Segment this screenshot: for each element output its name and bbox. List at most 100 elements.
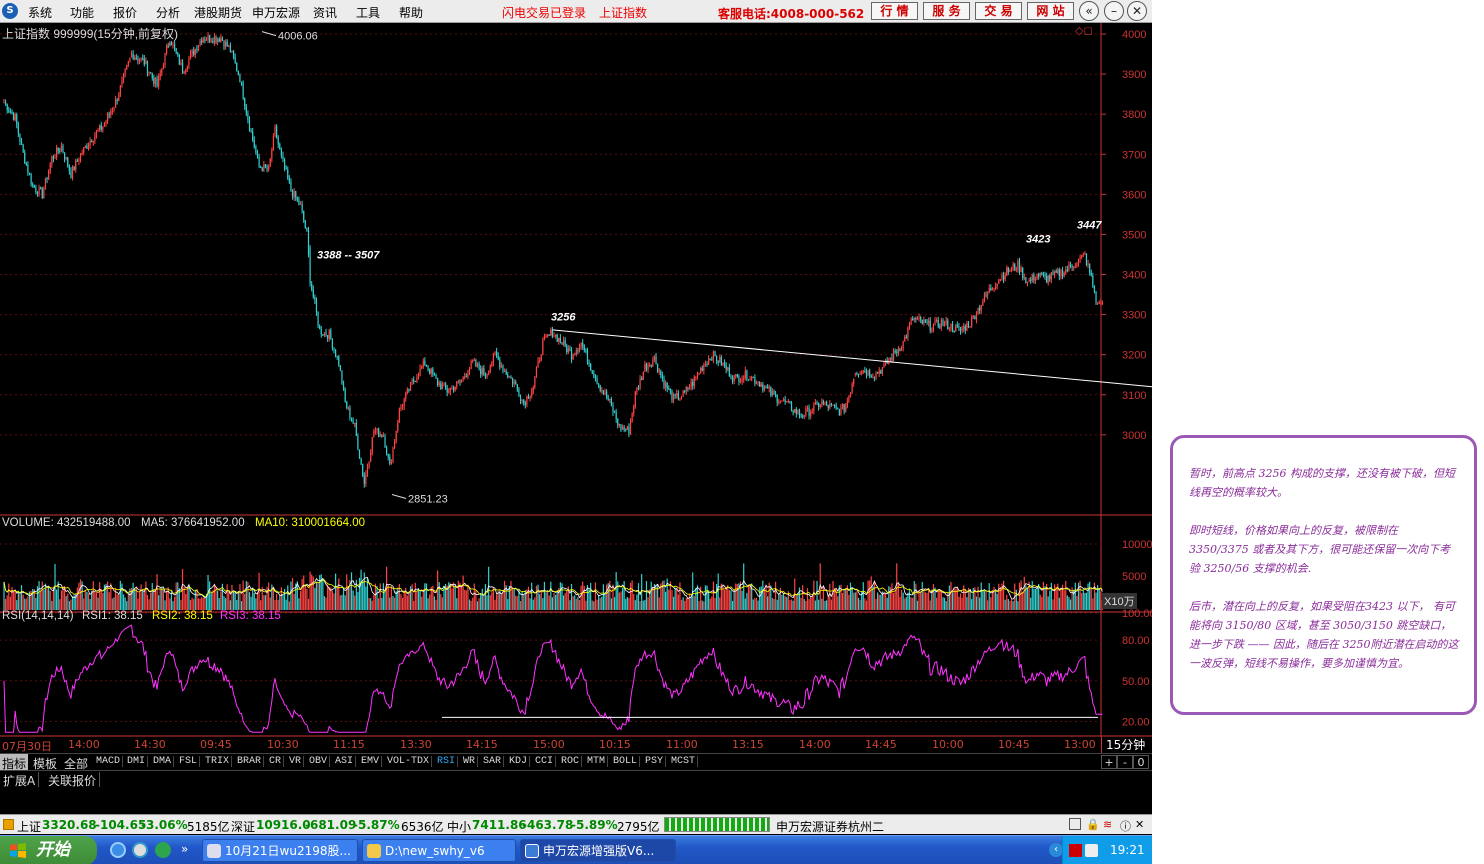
indicator-psy[interactable]: PSY	[643, 756, 667, 767]
volume-bar	[496, 594, 498, 610]
menu-system[interactable]: 系统	[28, 4, 52, 21]
indicator-asi[interactable]: ASI	[333, 756, 357, 767]
candle-body	[521, 399, 523, 401]
candle-body	[491, 362, 493, 367]
indicator-sar[interactable]: SAR	[481, 756, 505, 767]
zoom-in-button[interactable]: +	[1101, 755, 1117, 769]
volume-bar	[612, 584, 614, 610]
window-icon[interactable]	[1069, 818, 1081, 830]
indicator-mcst[interactable]: MCST	[669, 756, 699, 767]
trade-button[interactable]: 交 易	[975, 2, 1022, 20]
chart-options-icon[interactable]: ◇◻	[1075, 24, 1093, 37]
menu-tools[interactable]: 工具	[356, 4, 380, 21]
menu-analysis[interactable]: 分析	[156, 4, 180, 21]
indicator-vr[interactable]: VR	[287, 756, 305, 767]
task-folder[interactable]: D:\new_swhy_v6	[362, 839, 516, 862]
back-icon[interactable]: «	[1079, 1, 1099, 21]
indicator-brar[interactable]: BRAR	[235, 756, 265, 767]
indicator-kdj[interactable]: KDJ	[507, 756, 531, 767]
volume-bar	[59, 599, 61, 610]
indicator-roc[interactable]: ROC	[559, 756, 583, 767]
indicator-fsl[interactable]: FSL	[177, 756, 201, 767]
candle-body	[816, 402, 818, 404]
service-button[interactable]: 服 务	[923, 2, 970, 20]
menu-info[interactable]: 资讯	[313, 4, 337, 21]
candle-body	[405, 393, 407, 400]
close-status-icon[interactable]: ✕	[1135, 818, 1144, 831]
indicator-dma[interactable]: DMA	[151, 756, 175, 767]
candle-body	[6, 103, 8, 111]
volume-bar	[735, 583, 737, 610]
volume-bar	[924, 592, 927, 610]
task-stock-app[interactable]: 申万宏源增强版V6...	[520, 839, 676, 862]
indicator-vol-tdx[interactable]: VOL-TDX	[385, 756, 433, 767]
zoom-out-button[interactable]: -	[1117, 755, 1133, 769]
tray-expand-icon[interactable]: ‹	[1049, 843, 1063, 857]
volume-bar	[575, 598, 577, 610]
candle-body	[1034, 278, 1037, 281]
candle-body	[818, 402, 820, 407]
task-browser[interactable]: 10月21日wu2198股...	[202, 839, 358, 862]
alert-icon[interactable]: ≋	[1103, 818, 1112, 831]
candle-body	[209, 35, 211, 42]
candle-body	[1028, 279, 1030, 282]
minimize-icon[interactable]: –	[1104, 1, 1124, 21]
candle-body	[1053, 270, 1056, 275]
volume-bar	[929, 600, 931, 610]
lock-icon[interactable]: 🔒	[1086, 818, 1100, 831]
flag-tray-icon[interactable]	[1069, 844, 1082, 857]
indicator-macd[interactable]: MACD	[94, 756, 124, 767]
close-icon[interactable]: ✕	[1127, 1, 1147, 21]
indicator-cci[interactable]: CCI	[533, 756, 557, 767]
browser-icon[interactable]	[132, 842, 148, 858]
security-icon[interactable]	[155, 842, 171, 858]
network-tray-icon[interactable]	[1085, 844, 1098, 857]
indicator-trix[interactable]: TRIX	[203, 756, 233, 767]
indicator-rsi[interactable]: RSI	[435, 756, 459, 767]
period-selector[interactable]: 15分钟	[1101, 737, 1152, 753]
volume-bar	[311, 574, 313, 610]
indicator-mtm[interactable]: MTM	[585, 756, 609, 767]
volume-bar	[578, 600, 581, 610]
ie-icon[interactable]	[110, 842, 126, 858]
candle-body	[1033, 274, 1035, 281]
start-button[interactable]: 开始	[0, 836, 97, 864]
indicator-cr[interactable]: CR	[267, 756, 285, 767]
chart-area[interactable]: 4000 3900 3800 3700 3600 3500 3400 3300 3200 3100…	[0, 23, 1152, 737]
indicator-dmi[interactable]: DMI	[125, 756, 149, 767]
candle-body	[121, 79, 123, 86]
menu-swhy[interactable]: 申万宏源	[252, 4, 300, 21]
menu-quote[interactable]: 报价	[113, 4, 137, 21]
volume-bar	[687, 597, 689, 610]
indicator-wr[interactable]: WR	[461, 756, 479, 767]
menu-function[interactable]: 功能	[70, 4, 94, 21]
volume-bar	[851, 586, 853, 610]
quicklaunch-more-icon[interactable]: »	[181, 842, 188, 856]
zoom-reset-button[interactable]: 0	[1133, 755, 1149, 769]
current-index-label[interactable]: 上证指数	[599, 4, 647, 21]
candle-body	[749, 379, 751, 381]
indicator-emv[interactable]: EMV	[359, 756, 383, 767]
candle-body	[1001, 274, 1003, 280]
volume-bar	[877, 592, 879, 610]
info-icon[interactable]: ⓘ	[1120, 818, 1131, 834]
volume-bar	[1006, 594, 1008, 610]
volume-bar	[755, 597, 758, 610]
candle-body	[140, 58, 142, 61]
volume-bar	[829, 583, 831, 610]
candle-body	[328, 330, 330, 339]
menu-hk-futures[interactable]: 港股期货	[194, 4, 242, 21]
market-button[interactable]: 行 情	[871, 2, 918, 20]
indicator-obv[interactable]: OBV	[307, 756, 331, 767]
candle-body	[811, 411, 813, 413]
volume-bar	[551, 597, 554, 610]
volume-bar	[378, 598, 380, 610]
website-button[interactable]: 网 站	[1027, 2, 1074, 20]
price-chart-svg[interactable]: 4000 3900 3800 3700 3600 3500 3400 3300 3200 3100…	[0, 23, 1152, 737]
candle-body	[1039, 272, 1041, 277]
menu-help[interactable]: 帮助	[399, 4, 423, 21]
candle-body	[9, 111, 11, 113]
volume-bar	[287, 585, 289, 610]
indicator-boll[interactable]: BOLL	[611, 756, 641, 767]
candle-body	[269, 158, 271, 167]
